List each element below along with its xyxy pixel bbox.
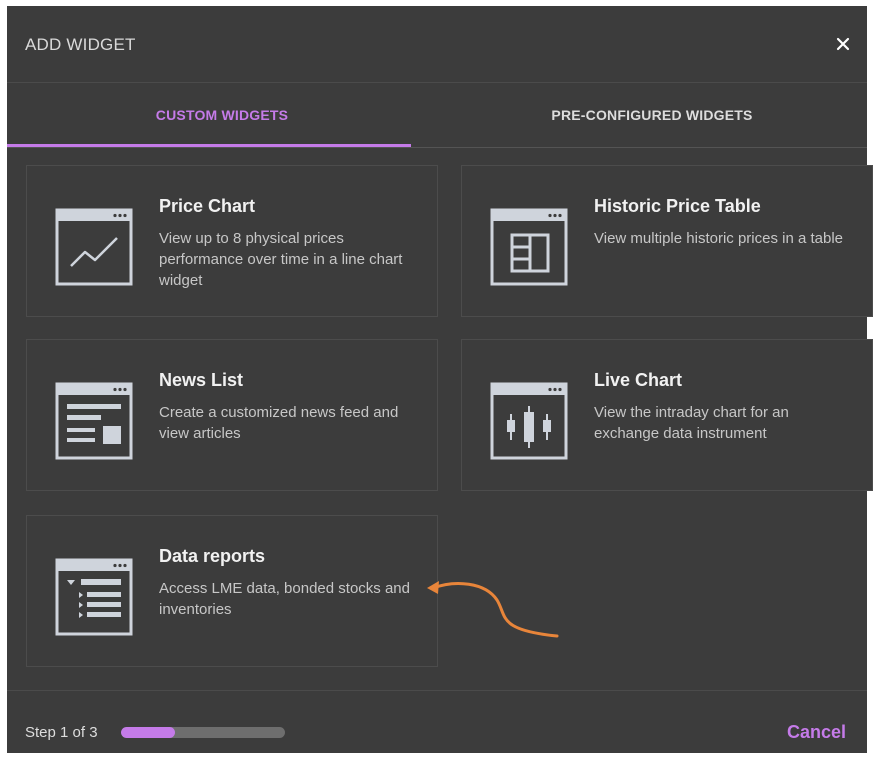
close-icon (836, 37, 850, 51)
widget-title: Historic Price Table (594, 196, 761, 216)
widget-title: Live Chart (594, 370, 683, 390)
widget-title: News List (159, 370, 244, 390)
table-icon (490, 208, 568, 286)
add-widget-dialog: ADD WIDGET CUSTOM WIDGETS PRE-CONFIGURED… (7, 6, 873, 753)
widget-card-historic-price-table[interactable]: Historic Price Table View multiple histo… (461, 165, 873, 317)
tab-custom-widgets[interactable]: CUSTOM WIDGETS (7, 83, 437, 147)
widget-description: View up to 8 physical prices performance… (159, 230, 403, 289)
line-chart-icon (55, 208, 133, 286)
footer-divider (7, 690, 867, 691)
active-tab-indicator (7, 144, 411, 147)
step-label: Step 1 of 3 (25, 724, 98, 741)
widget-card-price-chart[interactable]: Price Chart View up to 8 physical prices… (26, 165, 438, 317)
widget-card-live-chart[interactable]: Live Chart View the intraday chart for a… (461, 339, 873, 491)
tab-pre-configured-widgets[interactable]: PRE-CONFIGURED WIDGETS (437, 83, 867, 147)
dialog-title: ADD WIDGET (25, 35, 136, 54)
widget-description: Access LME data, bonded stocks and inven… (159, 580, 410, 618)
widget-description: View multiple historic prices in a table (594, 230, 844, 247)
widget-title: Data reports (159, 546, 266, 566)
widget-description: View the intraday chart for an exchange … (594, 404, 789, 442)
data-report-icon (55, 558, 133, 636)
news-list-icon (55, 382, 133, 460)
widget-title: Price Chart (159, 196, 256, 216)
dialog-header: ADD WIDGET (7, 6, 867, 83)
step-progress-bar (121, 727, 285, 738)
widget-card-news-list[interactable]: News List Create a customized news feed … (26, 339, 438, 491)
annotation-arrow (427, 581, 559, 638)
candlestick-chart-icon (490, 382, 568, 460)
widget-tabs: CUSTOM WIDGETS PRE-CONFIGURED WIDGETS (7, 83, 867, 148)
close-button[interactable] (831, 32, 855, 56)
widget-description: Create a customized news feed and view a… (159, 404, 399, 442)
widget-card-data-reports[interactable]: Data reports Access LME data, bonded sto… (26, 515, 438, 667)
step-progress-fill (121, 727, 176, 738)
cancel-button[interactable]: Cancel (787, 722, 846, 743)
